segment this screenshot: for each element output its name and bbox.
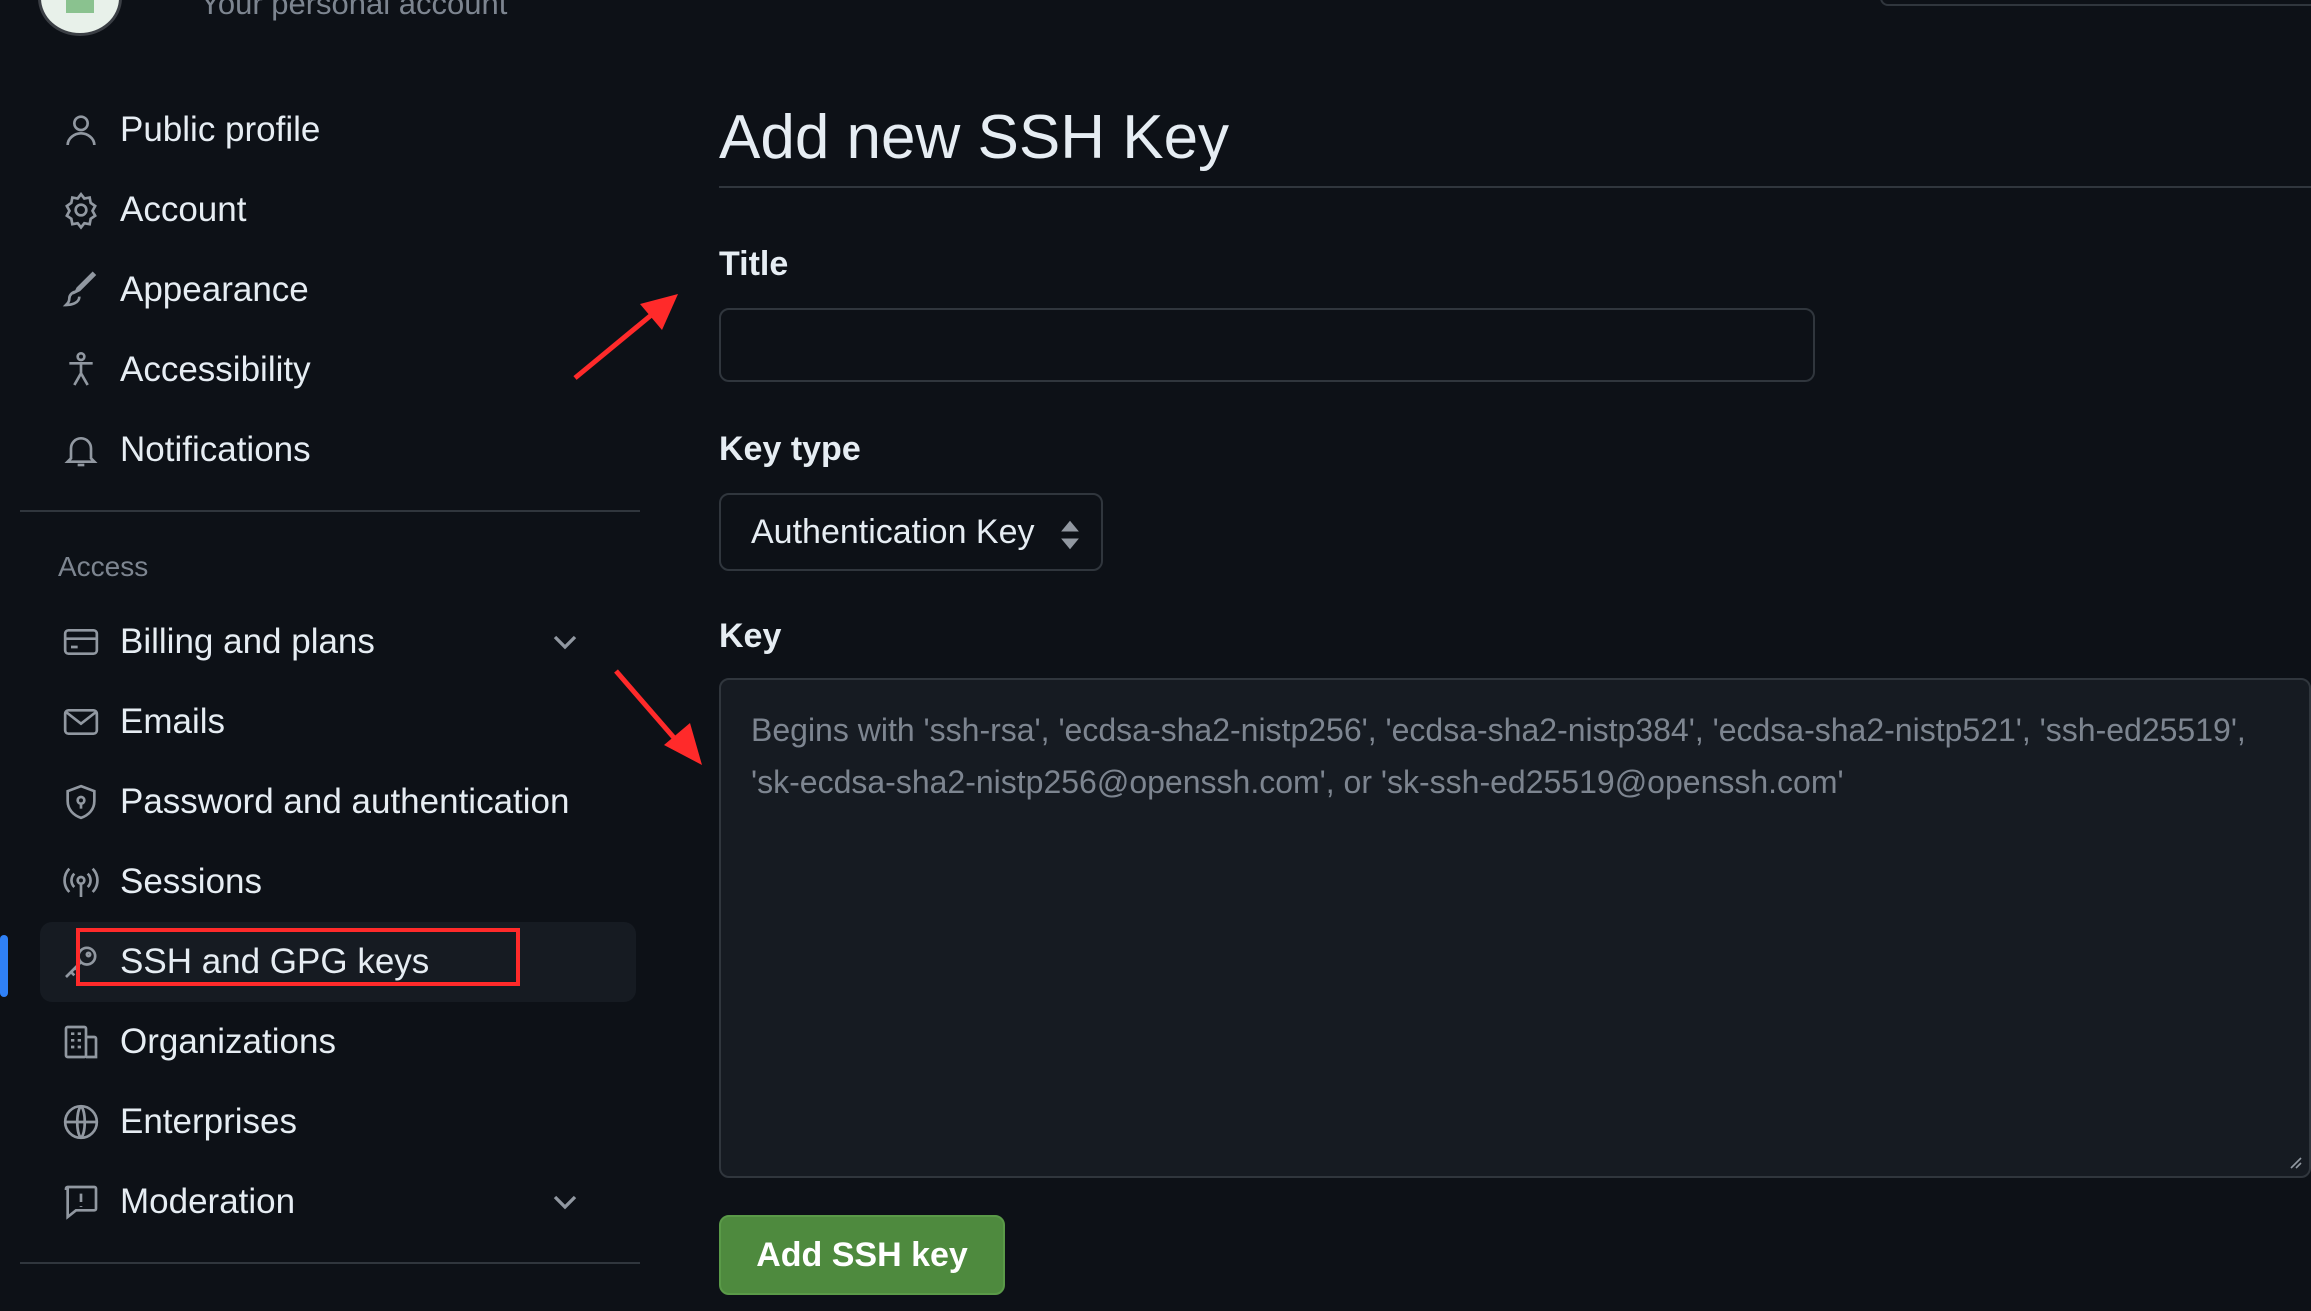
chevron-down-icon[interactable] <box>545 622 585 662</box>
sidebar-item-label: Enterprises <box>120 1102 298 1141</box>
bell-icon <box>58 427 104 473</box>
resize-grip-icon[interactable] <box>2285 1152 2303 1170</box>
sidebar-item-label: Sessions <box>120 862 263 901</box>
credit-card-icon <box>58 619 104 665</box>
add-ssh-key-button[interactable]: Add SSH key <box>719 1215 1005 1295</box>
title-input[interactable] <box>719 308 1815 382</box>
title-label: Title <box>719 245 789 283</box>
sidebar-item-label: Moderation <box>120 1182 296 1221</box>
organization-icon <box>58 1019 104 1065</box>
sidebar-item-label: Billing and plans <box>120 622 375 661</box>
page-title: Add new SSH Key <box>719 103 1230 172</box>
sidebar-item-label: Password and authentication <box>120 782 570 821</box>
account-subtitle: Your personal account <box>200 0 508 21</box>
main-content: Add new SSH Key Title Key type Authentic… <box>719 90 2311 1295</box>
broadcast-icon <box>58 859 104 905</box>
sidebar-item-account[interactable]: Account <box>20 170 640 250</box>
sidebar-item-label: Emails <box>120 702 226 741</box>
active-indicator <box>0 935 8 997</box>
paintbrush-icon <box>58 267 104 313</box>
header-button-partial[interactable] <box>1880 0 2311 6</box>
chevron-down-icon[interactable] <box>545 1182 585 1222</box>
sidebar-divider <box>20 510 640 512</box>
select-arrows-icon <box>1061 520 1079 550</box>
key-placeholder: Begins with 'ssh-rsa', 'ecdsa-sha2-nistp… <box>751 712 2246 800</box>
sidebar-item-label: Account <box>120 190 247 229</box>
gear-icon <box>58 187 104 233</box>
sidebar-item-emails[interactable]: Emails <box>20 682 640 762</box>
highlight-box <box>76 928 520 986</box>
settings-sidebar: Public profile Account Appearance Access… <box>20 90 640 1284</box>
globe-icon <box>58 1099 104 1145</box>
sidebar-item-sessions[interactable]: Sessions <box>20 842 640 922</box>
shield-icon <box>58 779 104 825</box>
mail-icon <box>58 699 104 745</box>
sidebar-item-notifications[interactable]: Notifications <box>20 410 640 490</box>
key-textarea[interactable]: Begins with 'ssh-rsa', 'ecdsa-sha2-nistp… <box>719 678 2311 1178</box>
sidebar-item-moderation[interactable]: Moderation <box>20 1162 640 1242</box>
sidebar-item-label: Accessibility <box>120 350 311 389</box>
sidebar-item-password[interactable]: Password and authentication <box>20 762 640 842</box>
sidebar-item-public-profile[interactable]: Public profile <box>20 90 640 170</box>
sidebar-item-organizations[interactable]: Organizations <box>20 1002 640 1082</box>
accessibility-icon <box>58 347 104 393</box>
sidebar-divider <box>20 1262 640 1264</box>
sidebar-item-label: Appearance <box>120 270 309 309</box>
person-icon <box>58 107 104 153</box>
annotation-arrow <box>573 294 678 380</box>
section-label-access: Access <box>58 551 149 582</box>
key-type-value: Authentication Key <box>751 512 1035 551</box>
key-type-select[interactable]: Authentication Key <box>719 493 1103 571</box>
avatar[interactable] <box>38 0 122 36</box>
sidebar-item-label: Notifications <box>120 430 311 469</box>
sidebar-item-billing[interactable]: Billing and plans <box>20 602 640 682</box>
sidebar-item-appearance[interactable]: Appearance <box>20 250 640 330</box>
key-label: Key <box>719 617 782 655</box>
sidebar-item-accessibility[interactable]: Accessibility <box>20 330 640 410</box>
sidebar-item-label: Organizations <box>120 1022 336 1061</box>
key-type-label: Key type <box>719 430 861 468</box>
sidebar-item-label: Public profile <box>120 110 321 149</box>
title-divider <box>719 186 2311 188</box>
sidebar-item-enterprises[interactable]: Enterprises <box>20 1082 640 1162</box>
report-icon <box>58 1179 104 1225</box>
annotation-arrow <box>614 669 702 765</box>
